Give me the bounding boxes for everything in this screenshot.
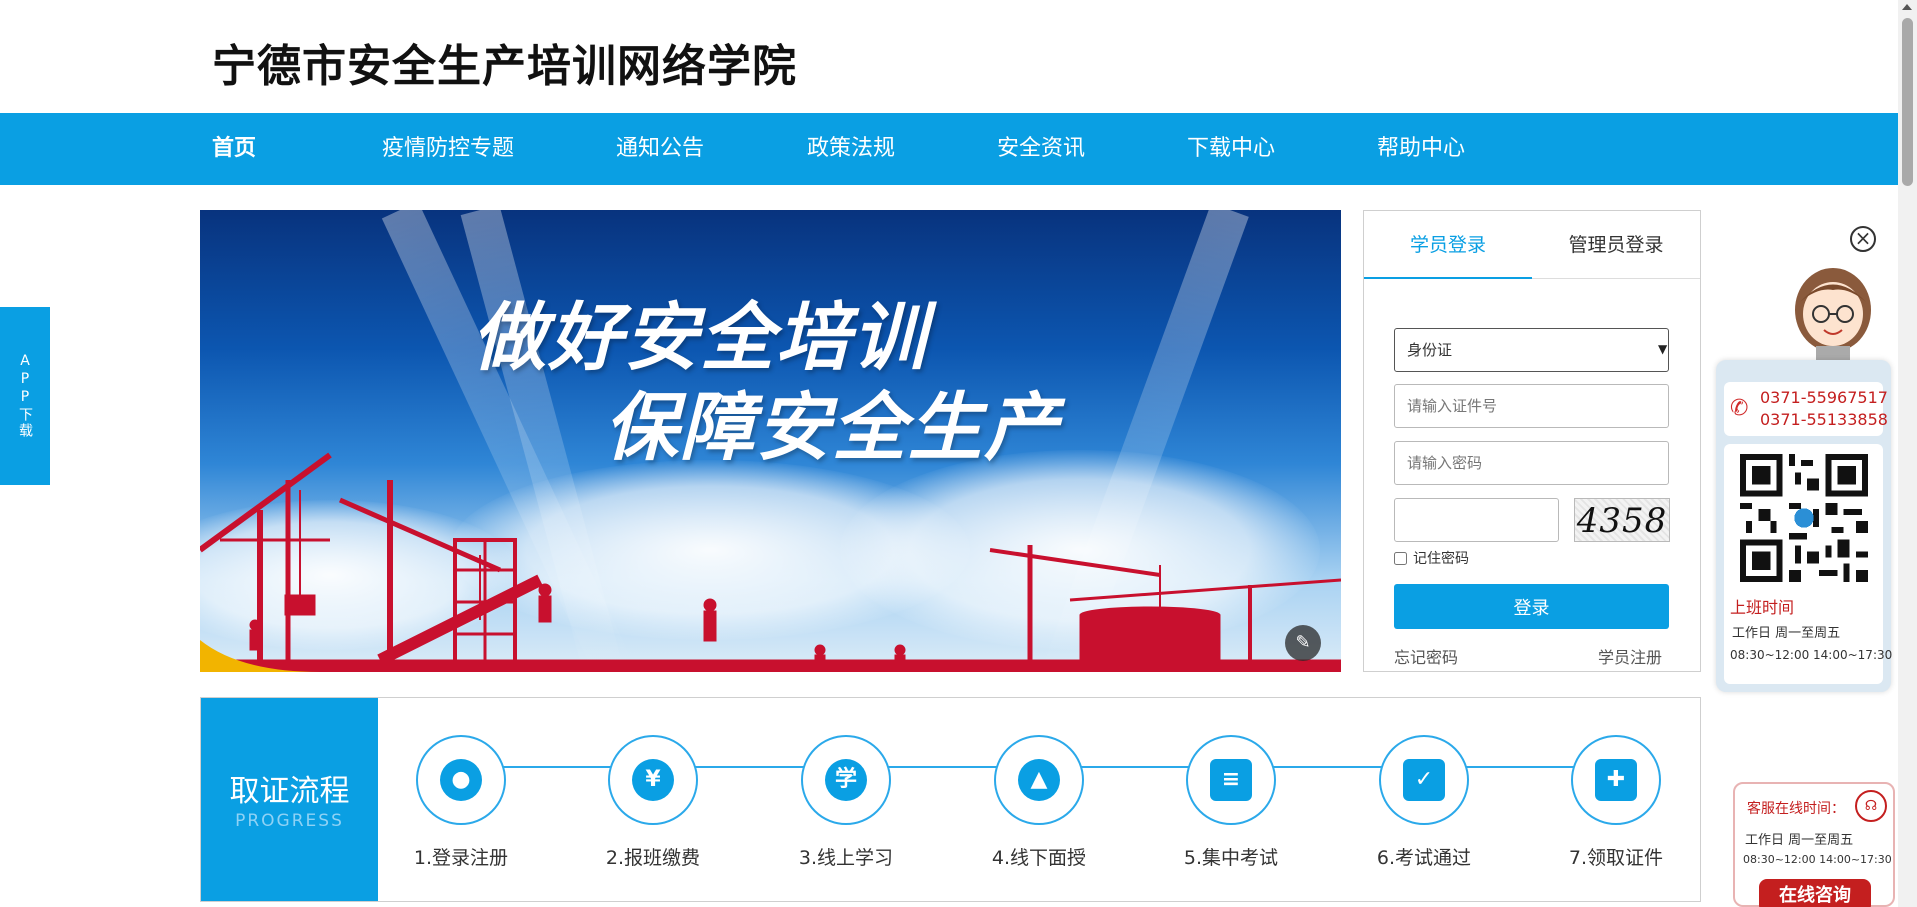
step-label: 3.线上学习 [798, 847, 894, 869]
work-hours-days: 工作日 周一至周五 [1732, 626, 1841, 641]
app-download-tab[interactable]: APP下载 [0, 307, 50, 485]
remember-checkbox[interactable] [1394, 551, 1407, 565]
nav-item-help[interactable]: 帮助中心 [1377, 113, 1465, 185]
step-label: 6.考试通过 [1376, 847, 1472, 869]
captcha-image[interactable]: 4358 [1574, 498, 1670, 542]
step-certificate[interactable]: ✚ 7.领取证件 [1536, 735, 1696, 870]
step-circle: ≡ [1186, 735, 1276, 825]
app-download-label: APP下载 [17, 353, 33, 439]
remember-password[interactable]: 记住密码 [1394, 548, 1469, 568]
scrollbar[interactable] [1898, 0, 1917, 907]
document-check-icon: ✓ [1403, 759, 1445, 801]
tab-student-login[interactable]: 学员登录 [1364, 211, 1532, 279]
headset-icon: ☊ [1855, 790, 1887, 822]
nav-item-policies[interactable]: 政策法规 [807, 113, 895, 185]
step-label: 2.报班缴费 [605, 847, 701, 869]
step-label: 5.集中考试 [1183, 847, 1279, 869]
certificate-icon: ✚ [1595, 759, 1637, 801]
nav-item-home[interactable]: 首页 [212, 113, 256, 185]
progress-header: 取证流程 PROGRESS [201, 698, 378, 901]
work-hours-title: 上班时间 [1730, 598, 1795, 617]
scroll-up-arrow-icon[interactable] [1902, 4, 1912, 10]
step-label: 1.登录注册 [413, 847, 509, 869]
password-input[interactable] [1394, 441, 1669, 485]
user-icon: ● [440, 759, 482, 801]
online-service-widget: 客服在线时间： ☊ 工作日 周一至周五 08:30~12:00 14:00~17… [1733, 782, 1895, 907]
step-circle: ● [416, 735, 506, 825]
contact-widget: ✆ 0371-55967517 0371-55133858 上班时间 工作日 周… [1716, 360, 1892, 692]
online-consult-button[interactable]: 在线咨询 [1759, 879, 1871, 907]
step-online-study[interactable]: 学 3.线上学习 [766, 735, 926, 870]
nav-item-epidemic[interactable]: 疫情防控专题 [382, 113, 514, 185]
step-offline-class[interactable]: ▲ 4.线下面授 [959, 735, 1119, 870]
student-register-link[interactable]: 学员注册 [1598, 644, 1662, 668]
step-pass[interactable]: ✓ 6.考试通过 [1344, 735, 1504, 870]
qr-code-icon [1740, 454, 1868, 582]
nav-item-notices[interactable]: 通知公告 [616, 113, 704, 185]
step-label: 4.线下面授 [991, 847, 1087, 869]
step-circle: ¥ [608, 735, 698, 825]
login-panel: 学员登录 管理员登录 身份证 ▼ 4358 记住密码 登录 忘记密码 学员注册 [1363, 210, 1701, 672]
phone-box: ✆ 0371-55967517 0371-55133858 [1724, 382, 1888, 436]
tab-admin-login[interactable]: 管理员登录 [1532, 211, 1700, 279]
id-number-input[interactable] [1394, 384, 1669, 428]
id-type-select[interactable]: 身份证 [1394, 328, 1669, 372]
phone-number-2[interactable]: 0371-55133858 [1760, 410, 1888, 429]
step-label: 7.领取证件 [1568, 847, 1664, 869]
online-service-days: 工作日 周一至周五 [1745, 833, 1854, 848]
login-tabs: 学员登录 管理员登录 [1364, 211, 1700, 279]
close-icon[interactable]: × [1850, 226, 1876, 252]
certification-progress: 取证流程 PROGRESS ● 1.登录注册 ¥ 2.报班缴费 学 3.线上学习… [200, 697, 1701, 902]
construction-silhouette [200, 452, 1341, 672]
main-nav: 首页 疫情防控专题 通知公告 政策法规 安全资讯 下载中心 帮助中心 [0, 113, 1898, 185]
step-circle: ✓ [1379, 735, 1469, 825]
step-exam[interactable]: ≡ 5.集中考试 [1151, 735, 1311, 870]
yen-icon: ¥ [632, 759, 674, 801]
classroom-icon: ▲ [1018, 759, 1060, 801]
step-payment[interactable]: ¥ 2.报班缴费 [573, 735, 733, 870]
online-service-title: 客服在线时间： [1747, 801, 1845, 817]
step-circle: 学 [801, 735, 891, 825]
scroll-thumb[interactable] [1902, 18, 1913, 186]
qr-box: 上班时间 工作日 周一至周五 08:30~12:00 14:00~17:30 [1724, 444, 1892, 684]
captcha-input[interactable] [1394, 498, 1559, 542]
progress-title: 取证流程 [229, 774, 350, 809]
page: 宁德市安全生产培训网络学院 首页 疫情防控专题 通知公告 政策法规 安全资讯 下… [0, 0, 1917, 907]
nav-item-safety-news[interactable]: 安全资讯 [997, 113, 1085, 185]
study-icon: 学 [825, 759, 867, 801]
phone-icon: ✆ [1730, 396, 1749, 421]
phone-number-1[interactable]: 0371-55967517 [1760, 388, 1888, 407]
work-hours-times: 08:30~12:00 14:00~17:30 [1730, 648, 1893, 662]
forgot-password-link[interactable]: 忘记密码 [1394, 644, 1458, 668]
remember-label: 记住密码 [1413, 551, 1469, 567]
banner[interactable]: 做好安全培训 保障安全生产 ✎ [200, 210, 1341, 672]
nav-item-downloads[interactable]: 下载中心 [1187, 113, 1275, 185]
step-register[interactable]: ● 1.登录注册 [381, 735, 541, 870]
step-circle: ✚ [1571, 735, 1661, 825]
magic-wand-icon[interactable]: ✎ [1285, 625, 1321, 661]
step-circle: ▲ [994, 735, 1084, 825]
customer-service-avatar [1795, 268, 1871, 372]
online-service-times: 08:30~12:00 14:00~17:30 [1743, 853, 1892, 866]
login-button[interactable]: 登录 [1394, 584, 1669, 629]
site-title: 宁德市安全生产培训网络学院 [212, 41, 797, 92]
progress-subtitle: PROGRESS [235, 811, 344, 831]
exam-paper-icon: ≡ [1210, 759, 1252, 801]
